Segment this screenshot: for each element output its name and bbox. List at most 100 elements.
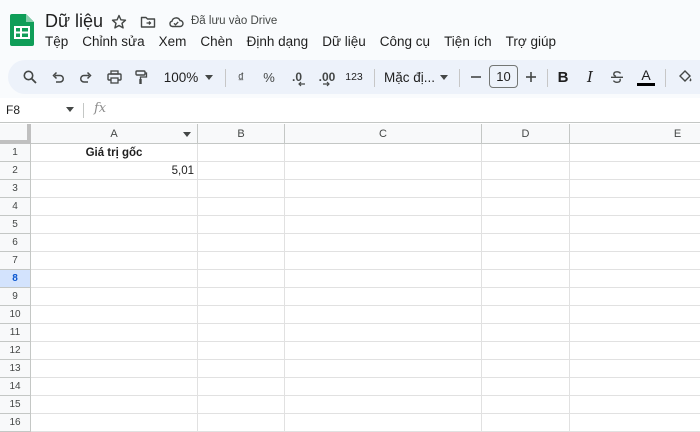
grid-line bbox=[31, 197, 700, 198]
paint-format-icon bbox=[135, 69, 148, 84]
font-select[interactable]: Mặc đị... bbox=[384, 67, 435, 87]
text-color-label: A bbox=[641, 67, 651, 83]
column-header-e[interactable]: E bbox=[570, 124, 700, 144]
column-label: A bbox=[110, 128, 118, 140]
redo-icon bbox=[80, 71, 92, 83]
row-header-6[interactable]: 6 bbox=[0, 234, 31, 252]
row-header-16[interactable]: 16 bbox=[0, 414, 31, 432]
move-folder-icon[interactable] bbox=[140, 14, 156, 30]
arrow-left-icon bbox=[298, 81, 305, 87]
zoom-select[interactable]: 100% bbox=[161, 67, 201, 87]
chevron-down-icon[interactable] bbox=[205, 75, 213, 80]
row-header-3[interactable]: 3 bbox=[0, 180, 31, 198]
fill-color-button[interactable] bbox=[676, 67, 694, 87]
column-header-b[interactable]: B bbox=[198, 124, 285, 144]
grid-line bbox=[31, 341, 700, 342]
print-button[interactable] bbox=[106, 67, 122, 87]
paint-format-button[interactable] bbox=[133, 67, 149, 87]
row-header-14[interactable]: 14 bbox=[0, 378, 31, 396]
row-header-11[interactable]: 11 bbox=[0, 324, 31, 342]
chevron-down-icon[interactable] bbox=[66, 107, 74, 112]
menu-tools[interactable]: Công cụ bbox=[373, 33, 437, 51]
grid-line bbox=[197, 144, 198, 432]
redo-button[interactable] bbox=[78, 67, 94, 87]
grid-line bbox=[31, 269, 700, 270]
cell-a1[interactable]: Giá trị gốc bbox=[31, 147, 197, 159]
formula-input[interactable] bbox=[116, 102, 686, 118]
row-header-8[interactable]: 8 bbox=[0, 270, 31, 288]
menu-insert[interactable]: Chèn bbox=[193, 33, 239, 51]
column-header-a[interactable]: A bbox=[31, 124, 198, 144]
more-formats-button[interactable]: 123 bbox=[343, 67, 365, 87]
grid-line bbox=[31, 305, 700, 306]
percent-format-button[interactable]: % bbox=[261, 67, 277, 87]
chevron-down-icon[interactable] bbox=[440, 75, 448, 80]
row-header-15[interactable]: 15 bbox=[0, 396, 31, 414]
undo-button[interactable] bbox=[50, 67, 66, 87]
search-icon bbox=[23, 70, 37, 84]
toolbar-divider bbox=[459, 69, 460, 87]
sheets-logo-icon[interactable] bbox=[10, 14, 34, 46]
font-size-input[interactable]: 10 bbox=[489, 65, 518, 88]
menu-bar: Tệp Chỉnh sửa Xem Chèn Định dạng Dữ liệu… bbox=[38, 33, 563, 51]
search-menus-button[interactable] bbox=[22, 67, 38, 87]
cell-a2[interactable]: 5,01 bbox=[31, 165, 194, 177]
grid-line bbox=[31, 359, 700, 360]
menu-view[interactable]: Xem bbox=[152, 33, 194, 51]
menu-data[interactable]: Dữ liệu bbox=[315, 33, 373, 51]
minus-icon bbox=[471, 76, 481, 78]
decrease-font-size-button[interactable] bbox=[469, 67, 483, 87]
row-header-1[interactable]: 1 bbox=[0, 144, 31, 162]
arrow-right-icon bbox=[323, 81, 330, 87]
formula-divider bbox=[83, 103, 84, 118]
menu-extensions[interactable]: Tiện ích bbox=[437, 33, 499, 51]
text-color-button[interactable]: A bbox=[637, 67, 655, 87]
text-color-swatch bbox=[637, 83, 655, 86]
grid-line bbox=[284, 144, 285, 432]
grid-line bbox=[31, 233, 700, 234]
chevron-down-icon[interactable] bbox=[183, 132, 191, 137]
print-icon bbox=[106, 70, 122, 84]
toolbar-divider bbox=[665, 69, 666, 87]
select-all-corner[interactable] bbox=[0, 124, 31, 144]
toolbar-divider bbox=[374, 69, 375, 87]
app-header: Dữ liệu Đã lưu vào Drive Tệp Chỉnh sửa X… bbox=[0, 0, 700, 58]
grid-line bbox=[31, 323, 700, 324]
row-header-12[interactable]: 12 bbox=[0, 342, 31, 360]
grid-line bbox=[31, 215, 700, 216]
row-header-2[interactable]: 2 bbox=[0, 162, 31, 180]
menu-file[interactable]: Tệp bbox=[38, 33, 75, 51]
toolbar-divider bbox=[225, 69, 226, 87]
strikethrough-button[interactable] bbox=[609, 67, 625, 87]
row-header-10[interactable]: 10 bbox=[0, 306, 31, 324]
strikethrough-icon bbox=[611, 71, 623, 84]
row-header-9[interactable]: 9 bbox=[0, 288, 31, 306]
increase-font-size-button[interactable] bbox=[524, 67, 538, 87]
column-header-c[interactable]: C bbox=[285, 124, 482, 144]
italic-button[interactable]: I bbox=[583, 67, 597, 87]
fill-color-icon bbox=[679, 70, 692, 82]
menu-format[interactable]: Định dạng bbox=[240, 33, 316, 51]
function-icon: fx bbox=[94, 101, 107, 116]
bold-button[interactable]: B bbox=[556, 67, 570, 87]
cloud-saved-icon[interactable] bbox=[168, 14, 184, 30]
row-header-13[interactable]: 13 bbox=[0, 360, 31, 378]
document-title[interactable]: Dữ liệu bbox=[45, 11, 103, 32]
column-header-d[interactable]: D bbox=[482, 124, 570, 144]
toolbar-divider bbox=[547, 69, 548, 87]
menu-help[interactable]: Trợ giúp bbox=[499, 33, 563, 51]
row-header-7[interactable]: 7 bbox=[0, 252, 31, 270]
menu-edit[interactable]: Chỉnh sửa bbox=[75, 33, 151, 51]
name-box[interactable]: F8 bbox=[6, 103, 20, 117]
grid-line bbox=[31, 251, 700, 252]
grid-line bbox=[31, 161, 700, 162]
spreadsheet-grid[interactable]: A B C D E 1 2 3 4 5 6 7 8 9 10 11 12 13 … bbox=[0, 124, 700, 432]
grid-line bbox=[569, 144, 570, 432]
row-header-4[interactable]: 4 bbox=[0, 198, 31, 216]
star-icon[interactable] bbox=[111, 14, 127, 30]
currency-format-button[interactable]: ₫ bbox=[233, 67, 249, 87]
row-header-5[interactable]: 5 bbox=[0, 216, 31, 234]
toolbar-area: 100% ₫ % .0 .00 123 Mặc đị... 10 B I A bbox=[0, 58, 700, 98]
grid-line bbox=[31, 287, 700, 288]
toolbar: 100% ₫ % .0 .00 123 Mặc đị... 10 B I A bbox=[8, 60, 700, 94]
